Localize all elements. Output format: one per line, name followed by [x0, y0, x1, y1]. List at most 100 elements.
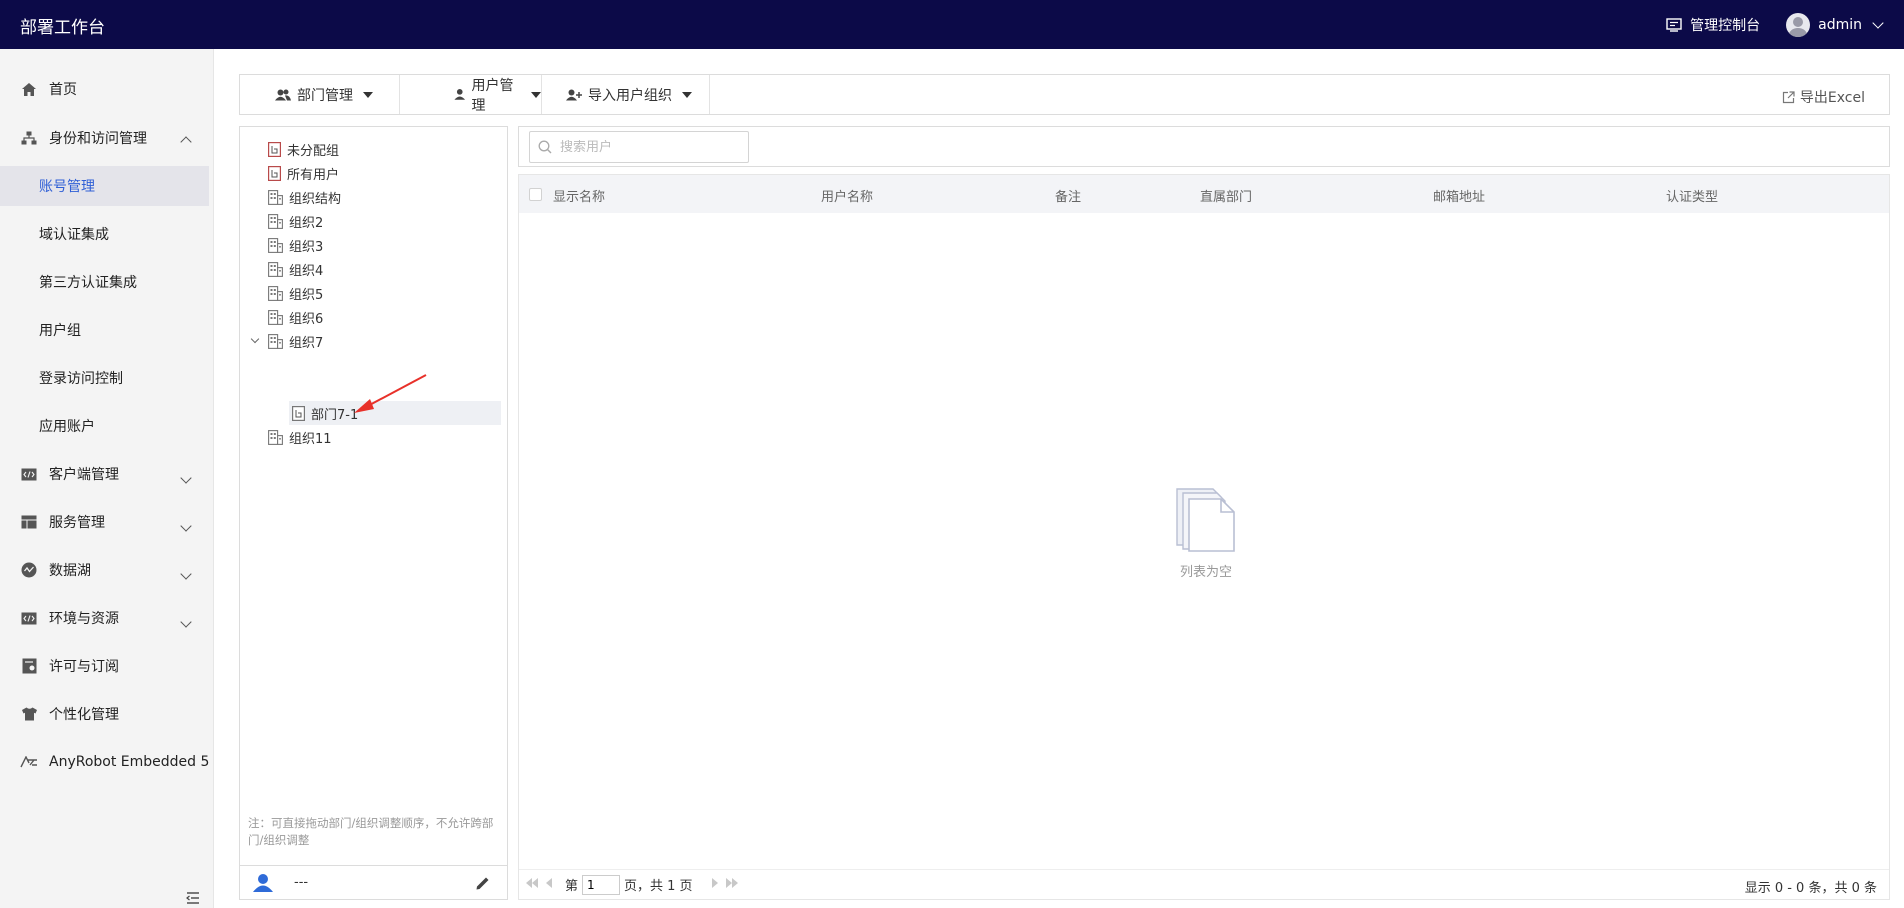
sidebar-item-label: 账号管理 [39, 179, 95, 195]
tree-item-org4[interactable]: 组织4 [268, 257, 323, 281]
col-auth-type[interactable]: 认证类型 [1666, 186, 1718, 205]
building-icon [268, 261, 283, 277]
chevron-down-icon [180, 614, 192, 630]
caret-down-icon [682, 91, 692, 98]
prev-page-icon[interactable] [545, 877, 553, 893]
tree-item-label: 组织4 [289, 263, 324, 279]
sidebar-item-third-party-auth[interactable]: 第三方认证集成 [0, 262, 214, 302]
sidebar-item-label: 个性化管理 [49, 707, 119, 723]
empty-state: 列表为空 [1151, 487, 1261, 580]
tree-item-label: 组织5 [289, 287, 324, 303]
sidebar-item-domain-auth[interactable]: 域认证集成 [0, 214, 214, 254]
sidebar-item-app-accounts[interactable]: 应用账户 [0, 406, 214, 446]
sidebar-item-account-management[interactable]: 账号管理 [0, 166, 209, 206]
page-prefix: 第 [565, 879, 579, 894]
user-add-icon [566, 89, 582, 100]
dept-manage-label: 部门管理 [297, 87, 353, 104]
sidebar-item-label: 第三方认证集成 [39, 275, 137, 291]
tree-item-org11[interactable]: 组织11 [268, 425, 332, 449]
org-chart-icon [20, 130, 38, 146]
sidebar-item-label: 身份和访问管理 [49, 131, 147, 147]
sidebar-item-home[interactable]: 首页 [0, 69, 214, 109]
console-icon [1666, 17, 1682, 32]
sidebar-item-client-management[interactable]: 客户端管理 [0, 454, 214, 494]
edit-pencil-icon[interactable] [475, 875, 491, 891]
user-manage-dropdown[interactable]: 用户管理 [400, 75, 542, 114]
last-page-icon[interactable] [725, 877, 739, 893]
col-username[interactable]: 用户名称 [821, 186, 873, 205]
table-header: 显示名称 用户名称 备注 直属部门 邮箱地址 认证类型 [519, 175, 1889, 213]
tree-item-label: 组织11 [289, 431, 332, 447]
sidebar-item-login-access-control[interactable]: 登录访问控制 [0, 358, 214, 398]
shirt-icon [20, 706, 38, 722]
caret-down-icon [363, 91, 373, 98]
tree-item-all-users[interactable]: 所有用户 [268, 161, 339, 185]
tree-item-unassigned[interactable]: 未分配组 [268, 137, 339, 161]
tree-item-org7[interactable]: 组织7 [248, 329, 323, 353]
col-email[interactable]: 邮箱地址 [1433, 186, 1485, 205]
layout-icon [20, 514, 38, 530]
sidebar-item-label: 登录访问控制 [39, 371, 123, 387]
search-box[interactable] [529, 131, 749, 163]
department-icon [268, 141, 281, 157]
sidebar-item-iam[interactable]: 身份和访问管理 [0, 118, 214, 158]
console-link[interactable]: 管理控制台 [1666, 15, 1760, 35]
empty-list-icon [1176, 488, 1235, 552]
tree-item-org3[interactable]: 组织3 [268, 233, 323, 257]
col-department[interactable]: 直属部门 [1200, 186, 1252, 205]
dept-manage-dropdown[interactable]: 部门管理 [240, 75, 400, 114]
sidebar-item-label: 首页 [49, 82, 77, 98]
next-page-icon[interactable] [711, 877, 719, 893]
tree-item-org5[interactable]: 组织5 [268, 281, 323, 305]
first-page-icon[interactable] [525, 877, 539, 893]
export-excel-button[interactable]: 导出Excel [1782, 87, 1865, 107]
tree-item-org6[interactable]: 组织6 [268, 305, 323, 329]
col-remark[interactable]: 备注 [1055, 186, 1081, 205]
tree-footer: --- [240, 865, 507, 899]
annotation-arrow [354, 374, 427, 413]
export-excel-label: 导出Excel [1799, 90, 1865, 106]
sidebar-item-personalization[interactable]: 个性化管理 [0, 694, 214, 734]
sidebar-item-user-groups[interactable]: 用户组 [0, 310, 214, 350]
department-icon [268, 165, 281, 181]
page-number-input[interactable] [582, 874, 621, 895]
action-toolbar: 部门管理 用户管理 导入用户组织 导出Excel [239, 74, 1890, 115]
department-icon [292, 405, 305, 421]
top-right-actions: 管理控制台 admin [1666, 0, 1884, 49]
chevron-down-icon [180, 566, 192, 582]
user-table: 显示名称 用户名称 备注 直属部门 邮箱地址 认证类型 列表为空 第 页，共 1… [518, 174, 1890, 900]
export-icon [1782, 90, 1795, 103]
page-summary: 显示 0 - 0 条，共 0 条 [1744, 881, 1877, 896]
sidebar-item-label: 环境与资源 [49, 611, 119, 627]
empty-text: 列表为空 [1179, 565, 1232, 580]
tree-item-label: 组织7 [289, 335, 324, 351]
footer-user-text: --- [294, 875, 309, 890]
chevron-down-icon [1872, 16, 1884, 29]
sidebar-item-license-subscription[interactable]: 许可与订阅 [0, 646, 214, 686]
user-list-panel: 显示名称 用户名称 备注 直属部门 邮箱地址 认证类型 列表为空 第 页，共 1… [518, 126, 1890, 900]
user-icon [454, 89, 466, 100]
page-suffix: 页，共 1 页 [624, 879, 693, 894]
tree-item-org-structure[interactable]: 组织结构 [268, 185, 341, 209]
chevron-up-icon [180, 134, 192, 150]
code-icon [20, 466, 38, 482]
user-menu[interactable]: admin [1786, 12, 1884, 37]
select-all-checkbox[interactable] [529, 188, 542, 201]
sidebar-item-anyrobot[interactable]: AnyRobot Embedded 5 [0, 742, 214, 782]
tree-item-label: 组织结构 [289, 191, 342, 207]
col-display-name[interactable]: 显示名称 [553, 186, 605, 205]
avatar [1786, 12, 1811, 37]
sidebar-item-data-lake[interactable]: 数据湖 [0, 550, 214, 590]
building-icon [268, 309, 283, 325]
sidebar-item-service-management[interactable]: 服务管理 [0, 502, 214, 542]
tree-expand-chevron-icon[interactable] [248, 334, 262, 344]
tree-item-org2[interactable]: 组织2 [268, 209, 323, 233]
code-icon [20, 610, 38, 626]
license-icon [20, 658, 38, 674]
sidebar-item-environment-resources[interactable]: 环境与资源 [0, 598, 214, 638]
home-icon [20, 81, 38, 97]
collapse-sidebar-icon[interactable] [186, 892, 200, 904]
import-org-dropdown[interactable]: 导入用户组织 [542, 75, 710, 114]
user-avatar-icon [253, 873, 273, 892]
search-input[interactable] [560, 139, 730, 155]
